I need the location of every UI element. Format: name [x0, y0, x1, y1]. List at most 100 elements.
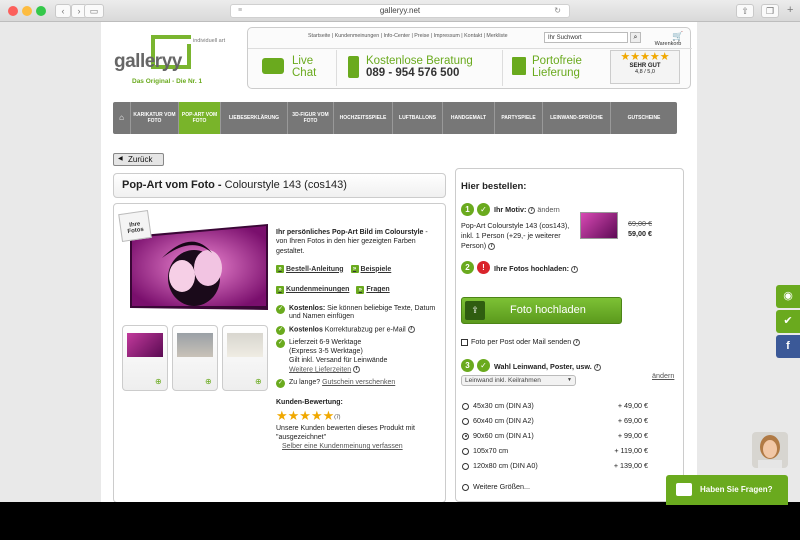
gutschein-link[interactable]: Gutschein verschenken	[322, 379, 395, 386]
size-radio[interactable]	[462, 447, 469, 455]
thumbnail-1[interactable]: ⊕	[122, 325, 168, 391]
tabs-icon[interactable]: ❐	[761, 4, 779, 18]
zoom-icon[interactable]: ⊕	[155, 377, 162, 386]
beratung-phone: 089 - 954 576 500	[366, 67, 460, 79]
browser-toolbar: ‹ › ▭ ≡ galleryy.net ↻ ⇧ ❐ +	[0, 0, 800, 22]
size-option[interactable]: 105x70 cm + 119,00 €	[462, 445, 648, 457]
rating-stars-icon: ★★★★★	[620, 51, 670, 63]
lieferzeit-line3: Gilt inkl. Versand für Leinwände	[289, 356, 388, 364]
link-kundenmeinungen[interactable]: » Kundenmeinungen	[276, 285, 349, 294]
nav-gutscheine[interactable]: GUTSCHEINE	[611, 102, 677, 134]
size-option-more[interactable]: Weitere Größen...	[462, 481, 648, 493]
material-dropdown[interactable]: Leinwand inkl. Keilrahmen ▼	[461, 375, 576, 386]
review-write-link[interactable]: Selber eine Kundenmeinung verfassen	[282, 442, 436, 451]
link-fragen[interactable]: » Fragen	[356, 285, 390, 294]
nav-luftballons[interactable]: LUFTBALLONS	[393, 102, 443, 134]
info-icon[interactable]: i	[407, 326, 415, 334]
nav-partyspiele[interactable]: PARTYSPIELE	[495, 102, 543, 134]
reload-icon[interactable]: ↻	[554, 5, 561, 17]
zoom-window-button[interactable]	[36, 6, 46, 16]
avatar-image	[752, 432, 788, 468]
size-price: + 69,00 €	[617, 416, 648, 425]
step-1-description: Pop-Art Colourstyle 143 (cos143), inkl. …	[461, 221, 573, 251]
home-icon[interactable]: ⌂	[113, 102, 131, 134]
post-option[interactable]: Foto per Post oder Mail senden i	[461, 337, 581, 346]
size-radio[interactable]	[462, 417, 469, 425]
back-button[interactable]: ◀ Zurück	[113, 153, 164, 166]
size-radio[interactable]	[462, 432, 469, 440]
chat-bubble-icon	[262, 58, 284, 74]
feature-text: Korrekturabzug per e-Mail	[322, 326, 406, 334]
link-beispiele[interactable]: » Beispiele	[350, 265, 391, 274]
nav-handgemalt[interactable]: HANDGEMALT	[443, 102, 495, 134]
weitere-lieferzeiten-link[interactable]: Weitere Lieferzeiten	[289, 366, 351, 373]
search-input[interactable]: Ihr Suchwort	[544, 32, 628, 43]
facebook-icon[interactable]: f	[776, 335, 800, 358]
checklist-icon[interactable]: ✔	[776, 310, 800, 333]
info-icon[interactable]: i	[593, 363, 601, 371]
back-nav-icon[interactable]: ‹	[55, 4, 71, 18]
cart-button[interactable]: 🛒 Warenkorb	[648, 31, 688, 47]
info-icon[interactable]: i	[353, 365, 361, 373]
live-chat-button[interactable]: Live Chat	[262, 50, 322, 88]
upload-icon: ⇪	[465, 301, 485, 320]
material-value: Leinwand inkl. Keilrahmen	[465, 377, 541, 384]
side-buttons: ◉ ✔ f	[776, 285, 800, 360]
chat-widget[interactable]: Haben Sie Fragen?	[666, 475, 788, 505]
eye-icon[interactable]: ◉	[776, 285, 800, 308]
size-price: + 119,00 €	[614, 446, 648, 455]
close-window-button[interactable]	[8, 6, 18, 16]
step-1-check-icon: ✓	[477, 203, 490, 216]
step-3-change-link[interactable]: ändern	[652, 371, 674, 380]
arrow-icon: »	[276, 265, 284, 274]
feature-text: Zu lange?	[289, 378, 323, 386]
site-logo[interactable]: galleryy individuell art Das Original - …	[113, 34, 243, 90]
search-icon[interactable]: ⌕	[630, 32, 641, 43]
nav-karikatur[interactable]: KARIKATUR VOM FOTO	[131, 102, 179, 134]
beratung-hotline[interactable]: Kostenlose Beratung 089 - 954 576 500	[348, 50, 488, 88]
motiv-desc: Pop-Art Colourstyle 143 (cos143), inkl. …	[461, 221, 570, 250]
size-option-selected[interactable]: 90x60 cm (DIN A1) + 99,00 €	[462, 430, 648, 442]
zoom-icon[interactable]: ⊕	[205, 377, 212, 386]
old-price: 69,00 €	[628, 219, 652, 228]
size-radio[interactable]	[462, 483, 469, 491]
thumbnail-3[interactable]: ⊕	[222, 325, 268, 391]
info-icon[interactable]: i	[573, 338, 581, 346]
nav-3d-figur[interactable]: 3D-FIGUR VOM FOTO	[288, 102, 334, 134]
nav-hochzeitsspiele[interactable]: HOCHZEITSSPIELE	[334, 102, 393, 134]
zoom-icon[interactable]: ⊕	[255, 377, 262, 386]
trust-rating-badge[interactable]: ★★★★★ SEHR GUT 4,8 / 5,0	[610, 50, 680, 84]
size-radio[interactable]	[462, 462, 469, 470]
motiv-thumbnail[interactable]	[580, 212, 618, 239]
info-icon[interactable]: i	[488, 242, 496, 250]
nav-leinwand-sprueche[interactable]: LEINWAND-SPRÜCHE	[543, 102, 611, 134]
foto-hochladen-button[interactable]: ⇪ Foto hochladen	[461, 297, 622, 324]
post-checkbox[interactable]	[461, 338, 468, 346]
size-radio[interactable]	[462, 402, 469, 410]
product-main-image[interactable]: Ihre Fotos	[118, 210, 270, 314]
ihre-fotos-badge: Ihre Fotos	[118, 210, 152, 242]
top-navigation[interactable]: Startseite | Kundenmeinungen | Info-Cent…	[308, 33, 508, 39]
size-option[interactable]: 45x30 cm (DIN A3) + 49,00 €	[462, 400, 648, 412]
nav-pop-art[interactable]: POP-ART VOM FOTO	[179, 102, 221, 134]
address-bar[interactable]: ≡ galleryy.net ↻	[230, 4, 570, 18]
step-1-label: Ihr Motiv:	[494, 205, 527, 214]
size-option[interactable]: 60x40 cm (DIN A2) + 69,00 €	[462, 415, 648, 427]
step-1-change-link[interactable]: ändern	[537, 205, 559, 214]
new-tab-icon[interactable]: +	[787, 4, 793, 16]
step-2-label: Ihre Fotos hochladen:	[494, 264, 570, 273]
size-option[interactable]: 120x80 cm (DIN A0) + 139,00 €	[462, 460, 648, 472]
minimize-window-button[interactable]	[22, 6, 32, 16]
support-avatar[interactable]	[752, 432, 788, 468]
link-bestell-anleitung[interactable]: » Bestell-Anleitung	[276, 265, 344, 274]
review-stars-icon: ★★★★★	[276, 408, 335, 424]
feature-korrektur: ✓ Kostenlos Korrekturabzug per e-Mail i	[276, 326, 436, 336]
feature-bold: Kostenlos	[289, 326, 323, 334]
sidebar-toggle-icon[interactable]: ▭	[84, 4, 104, 18]
info-icon[interactable]: i	[528, 206, 536, 214]
thumbnail-2[interactable]: ⊕	[172, 325, 218, 391]
share-icon[interactable]: ⇧	[736, 4, 754, 18]
info-icon[interactable]: i	[571, 265, 579, 273]
portofrei-info[interactable]: Portofreie Lieferung	[512, 50, 602, 88]
nav-liebeserklaerung[interactable]: LIEBESERKLÄRUNG	[221, 102, 288, 134]
